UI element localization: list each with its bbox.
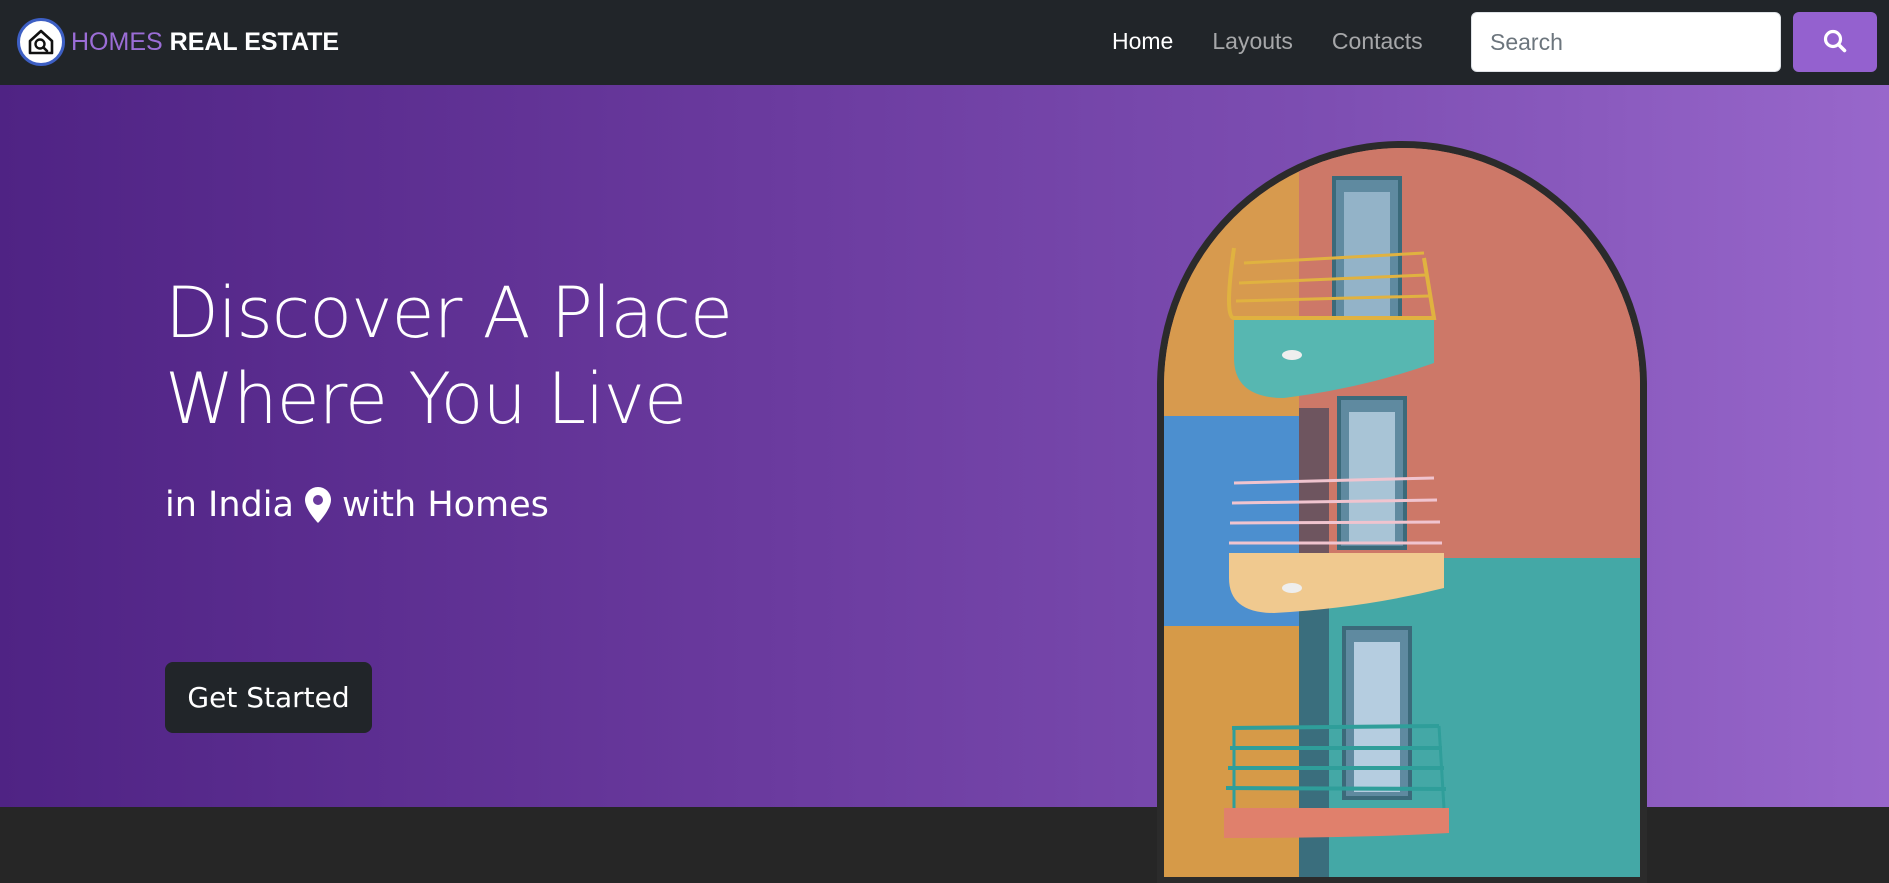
brand-homes: HOMES bbox=[71, 27, 163, 56]
brand-link[interactable]: HOMES REAL ESTATE bbox=[17, 18, 339, 66]
get-started-button[interactable]: Get Started bbox=[165, 662, 372, 733]
nav-home[interactable]: Home bbox=[1112, 28, 1173, 55]
hero-sub-suffix: with Homes bbox=[341, 485, 549, 525]
search-icon bbox=[1822, 28, 1848, 57]
hero-subtitle: in India with Homes bbox=[165, 485, 549, 525]
nav-contacts[interactable]: Contacts bbox=[1332, 28, 1423, 55]
map-pin-icon bbox=[304, 486, 332, 524]
search-button[interactable] bbox=[1793, 12, 1877, 72]
brand-name: HOMES REAL ESTATE bbox=[71, 28, 339, 57]
search-input[interactable] bbox=[1471, 12, 1781, 72]
hero-sub-prefix: in India bbox=[165, 485, 294, 525]
top-navbar: HOMES REAL ESTATE Home Layouts Contacts bbox=[0, 0, 1889, 85]
nav-layouts[interactable]: Layouts bbox=[1212, 28, 1293, 55]
hero-image-frame bbox=[1157, 141, 1647, 883]
brand-real-estate: REAL ESTATE bbox=[169, 27, 340, 56]
nav-links: Home Layouts Contacts bbox=[1112, 28, 1462, 55]
building-image bbox=[1164, 148, 1640, 877]
house-search-icon bbox=[17, 18, 65, 66]
hero-title: Discover A Place Where You Live bbox=[165, 272, 733, 440]
